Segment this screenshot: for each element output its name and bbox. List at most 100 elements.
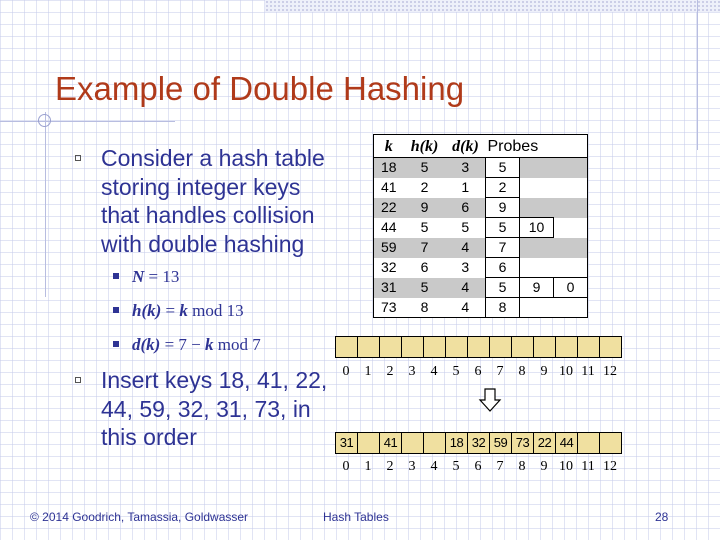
array-indices: 0 1 2 3 4 5 6 7 8 9 10 11 12 bbox=[335, 364, 621, 380]
formula-lhs: N bbox=[132, 267, 145, 286]
hash-cell: 18 bbox=[445, 432, 468, 454]
key-cell: 32 bbox=[380, 259, 397, 275]
hash-cell bbox=[335, 336, 358, 358]
index-label: 6 bbox=[474, 459, 482, 474]
probe-row: 41 2 1 2 bbox=[374, 177, 588, 198]
index-label: 12 bbox=[603, 459, 617, 474]
hash-cell: 9 bbox=[403, 197, 446, 218]
index-label: 0 bbox=[342, 364, 350, 379]
sub-bullet: d(k) = 7 − k mod 7 bbox=[72, 332, 332, 366]
key-cell: 44 bbox=[380, 219, 397, 235]
hash-cell bbox=[423, 336, 446, 358]
formula-rhs: = 13 bbox=[144, 267, 180, 286]
hash-cell: 41 bbox=[379, 432, 402, 454]
step-cell: 6 bbox=[445, 197, 486, 218]
index-label: 9 bbox=[540, 459, 548, 474]
index-label: 9 bbox=[540, 364, 548, 379]
formula-var: k bbox=[205, 335, 214, 354]
probe-cell: 5 bbox=[485, 277, 520, 298]
page-number: 28 bbox=[655, 510, 669, 524]
index-label: 1 bbox=[364, 364, 372, 379]
key-cell: 18 bbox=[373, 157, 404, 178]
index-label: 5 bbox=[452, 364, 460, 379]
step-cell: 3 bbox=[461, 259, 470, 275]
footer-copyright: © 2014 Goodrich, Tamassia, Goldwasser bbox=[30, 510, 249, 524]
index-label: 4 bbox=[430, 364, 438, 379]
key-cell: 22 bbox=[373, 197, 404, 218]
formula-lhs: d(k) bbox=[132, 335, 161, 354]
header-k: k bbox=[373, 134, 404, 158]
probe-row: 18 5 3 5 bbox=[373, 157, 588, 178]
probe-cell bbox=[553, 157, 588, 178]
square-bullet-icon bbox=[113, 273, 119, 279]
hash-cell: 22 bbox=[533, 432, 556, 454]
probe-table: k h(k) d(k) Probes 18 5 3 5 41 2 1 2 22 9 6 9 44 5 5 5 1… bbox=[373, 134, 588, 318]
decor-line bbox=[45, 112, 46, 297]
hash-cell bbox=[577, 432, 600, 454]
slide-title: Example of Double Hashing bbox=[55, 70, 465, 107]
hash-cell bbox=[533, 336, 556, 358]
probe-cell: 9 bbox=[519, 277, 554, 298]
step-cell: 1 bbox=[461, 179, 470, 195]
bullet-text: Consider a hash table storing integer ke… bbox=[101, 145, 325, 257]
index-label: 2 bbox=[386, 364, 394, 379]
probe-cell: 10 bbox=[519, 217, 554, 238]
formula-tail: mod 7 bbox=[213, 335, 261, 354]
probe-cell bbox=[519, 197, 554, 218]
index-label: 11 bbox=[581, 364, 595, 379]
index-label: 8 bbox=[518, 459, 526, 474]
decor-line bbox=[35, 121, 175, 122]
hash-cell bbox=[555, 336, 578, 358]
index-label: 7 bbox=[496, 459, 504, 474]
index-label: 4 bbox=[430, 459, 438, 474]
probe-cell bbox=[554, 218, 588, 238]
probe-cell bbox=[519, 237, 554, 258]
bullet-item: Insert keys 18, 41, 22, 44, 59, 32, 31, … bbox=[72, 366, 332, 452]
hash-cell: 31 bbox=[335, 432, 358, 454]
formula-rhs: = bbox=[161, 301, 180, 320]
decor-line bbox=[697, 0, 698, 150]
index-label: 10 bbox=[559, 459, 573, 474]
hash-cell: 5 bbox=[403, 277, 446, 298]
filled-hash-array: 31 41 18 32 59 73 22 44 bbox=[335, 432, 622, 454]
index-label: 2 bbox=[386, 459, 394, 474]
square-bullet-icon bbox=[113, 307, 119, 313]
probe-cell: 9 bbox=[485, 197, 520, 218]
step-cell: 4 bbox=[445, 277, 486, 298]
header-probes: Probes bbox=[485, 134, 588, 158]
step-cell: 3 bbox=[445, 157, 486, 178]
hash-cell bbox=[467, 336, 490, 358]
index-label: 5 bbox=[452, 459, 460, 474]
probe-row: 31 5 4 5 9 0 bbox=[373, 277, 588, 298]
hash-cell bbox=[401, 336, 424, 358]
probe-table-header: k h(k) d(k) Probes bbox=[373, 134, 588, 158]
probe-cell bbox=[554, 298, 588, 318]
sub-bullet: N = 13 bbox=[72, 264, 332, 298]
index-label: 3 bbox=[408, 364, 416, 379]
bullet-item: Consider a hash table storing integer ke… bbox=[72, 144, 332, 258]
probe-cell bbox=[553, 197, 588, 218]
hash-cell bbox=[577, 336, 600, 358]
index-label: 10 bbox=[559, 364, 573, 379]
hash-cell: 2 bbox=[420, 179, 429, 195]
header-dk: d(k) bbox=[445, 134, 486, 158]
hash-cell: 8 bbox=[420, 298, 429, 315]
probe-cell: 8 bbox=[485, 297, 520, 318]
probe-cell: 7 bbox=[485, 237, 520, 258]
hash-cell bbox=[401, 432, 424, 454]
probe-cell: 5 bbox=[485, 157, 520, 178]
square-bullet-icon bbox=[113, 341, 119, 347]
key-cell: 73 bbox=[380, 298, 397, 315]
sub-bullet: h(k) = k mod 13 bbox=[72, 298, 332, 332]
hash-cell: 6 bbox=[420, 259, 429, 275]
hash-cell: 59 bbox=[489, 432, 512, 454]
probe-cell: 5 bbox=[485, 217, 520, 238]
key-cell: 31 bbox=[373, 277, 404, 298]
hash-cell bbox=[423, 432, 446, 454]
index-label: 1 bbox=[364, 459, 372, 474]
probe-cell: 6 bbox=[485, 257, 520, 278]
probe-row: 73 8 4 8 bbox=[374, 297, 588, 318]
empty-hash-array bbox=[335, 336, 622, 358]
probe-cell: 2 bbox=[485, 177, 520, 198]
bullet-list: Consider a hash table storing integer ke… bbox=[72, 144, 332, 452]
